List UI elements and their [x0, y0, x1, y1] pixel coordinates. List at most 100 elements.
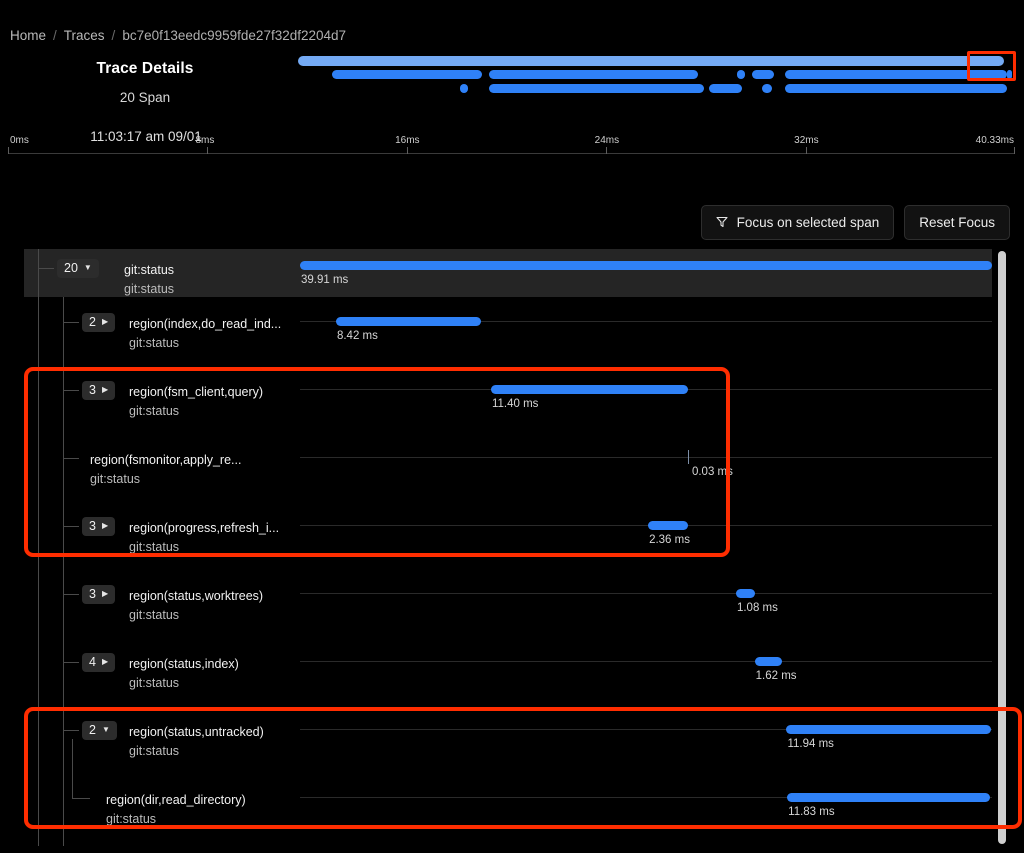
span-bar-track: 2.36 ms	[300, 501, 992, 569]
axis-tick-label: 16ms	[395, 135, 419, 146]
span-service-name: git:status	[90, 472, 241, 486]
tree-connector	[63, 730, 79, 731]
badge-count: 3	[89, 588, 96, 601]
table-row[interactable]: 3▶region(progress,refresh_i...git:status…	[24, 501, 992, 569]
axis-line	[8, 153, 1014, 154]
span-child-count-badge[interactable]: 3▶	[82, 585, 115, 604]
funnel-icon	[716, 216, 728, 228]
span-operation-name: region(status,index)	[129, 657, 239, 671]
minimap-bar	[737, 70, 744, 79]
tree-trunk-line	[38, 569, 39, 637]
span-child-count-badge[interactable]: 2▶	[82, 313, 115, 332]
span-child-count-badge[interactable]: 2▼	[82, 721, 117, 740]
span-count: 20 Span	[0, 90, 290, 105]
span-service-name: git:status	[129, 676, 239, 690]
minimap-bar	[1007, 70, 1012, 79]
span-service-name: git:status	[129, 744, 264, 758]
reset-button-label: Reset Focus	[919, 215, 995, 230]
span-labels: region(status,index) git:status	[129, 657, 239, 690]
badge-count: 3	[89, 520, 96, 533]
axis-tick	[207, 147, 208, 154]
table-row[interactable]: 4▶ region(status,index) git:status 1.62 ms	[24, 637, 992, 705]
breadcrumb-separator: /	[53, 28, 57, 43]
span-duration-label: 1.62 ms	[756, 670, 797, 682]
table-row[interactable]: region(dir,read_directory)git:status11.8…	[24, 773, 992, 841]
span-duration-bar[interactable]	[300, 261, 992, 270]
tree-connector	[63, 662, 79, 663]
span-duration-bar[interactable]	[787, 793, 990, 802]
span-child-count-badge[interactable]: 3▶	[82, 517, 115, 536]
span-child-count-badge[interactable]: 20▼	[57, 259, 99, 278]
tree-branch-line	[63, 433, 64, 501]
breadcrumb-traces[interactable]: Traces	[64, 28, 105, 43]
span-operation-name: region(status,worktrees)	[129, 589, 263, 603]
span-duration-bar[interactable]	[755, 657, 783, 666]
table-row[interactable]: 3▶region(status,worktrees)git:status1.08…	[24, 569, 992, 637]
chevron-right-icon[interactable]: ▶	[102, 590, 108, 598]
span-labels: region(fsmonitor,apply_re... git:status	[90, 453, 241, 486]
span-labels: region(status,worktrees) git:status	[129, 589, 263, 622]
table-row[interactable]: region(fsmonitor,apply_re...git:status0.…	[24, 433, 992, 501]
span-service-name: git:status	[129, 608, 263, 622]
trace-minimap[interactable]	[292, 55, 1008, 97]
vertical-scrollbar[interactable]	[998, 251, 1006, 844]
tree-branch-line	[63, 637, 64, 705]
axis-tick	[8, 147, 9, 154]
span-labels: region(fsm_client,query)git:status	[129, 385, 263, 418]
tree-branch-line	[63, 501, 64, 569]
axis-tick-label: 8ms	[195, 135, 214, 146]
span-child-count-badge[interactable]: 4▶	[82, 653, 115, 672]
table-row[interactable]: 3▶region(fsm_client,query)git:status11.4…	[24, 365, 992, 433]
span-duration-label: 8.42 ms	[337, 330, 378, 342]
tree-trunk-line	[38, 637, 39, 705]
tree-branch-line	[63, 773, 64, 841]
span-operation-name: region(fsmonitor,apply_re...	[90, 453, 241, 467]
span-rows: 20▼git:statusgit:status39.91 ms2▶region(…	[24, 249, 992, 846]
span-duration-label: 39.91 ms	[301, 274, 348, 286]
minimap-row	[292, 83, 1008, 95]
span-duration-bar[interactable]	[688, 450, 689, 464]
tree-connector	[63, 594, 79, 595]
span-duration-bar[interactable]	[786, 725, 991, 734]
chevron-down-icon[interactable]: ▼	[102, 726, 110, 734]
span-operation-name: git:status	[124, 263, 174, 277]
breadcrumb-home[interactable]: Home	[10, 28, 46, 43]
span-duration-bar[interactable]	[736, 589, 755, 598]
table-row[interactable]: 2▼region(status,untracked)git:status11.9…	[24, 705, 992, 773]
timeline-axis[interactable]: 0ms8ms16ms24ms32ms40.33ms	[8, 125, 1014, 161]
minimap-bar	[762, 84, 773, 93]
focus-on-selected-span-button[interactable]: Focus on selected span	[701, 205, 895, 240]
focus-button-label: Focus on selected span	[737, 215, 880, 230]
span-bar-track: 1.08 ms	[300, 569, 992, 637]
span-duration-bar[interactable]	[648, 521, 688, 530]
tree-trunk-line	[38, 249, 39, 297]
span-track-line	[300, 525, 992, 526]
table-row[interactable]: region(status,print)git:status0	[24, 841, 992, 846]
chevron-right-icon[interactable]: ▶	[102, 386, 108, 394]
span-service-name: git:status	[129, 336, 281, 350]
span-labels: git:statusgit:status	[124, 263, 174, 296]
span-child-count-badge[interactable]: 3▶	[82, 381, 115, 400]
minimap-row	[292, 69, 1008, 81]
axis-tick	[407, 147, 408, 154]
span-labels: region(status,untracked) git:status	[129, 725, 264, 758]
chevron-right-icon[interactable]: ▶	[102, 318, 108, 326]
axis-tick	[606, 147, 607, 154]
axis-tick-label: 40.33ms	[976, 135, 1014, 146]
span-operation-name: region(index,do_read_ind...	[129, 317, 281, 331]
table-row[interactable]: 20▼ git:statusgit:status 39.91 ms	[24, 249, 992, 297]
chevron-down-icon[interactable]: ▼	[84, 264, 92, 272]
span-duration-label: 2.36 ms	[649, 534, 690, 546]
breadcrumb-separator: /	[112, 28, 116, 43]
reset-focus-button[interactable]: Reset Focus	[904, 205, 1010, 240]
chevron-right-icon[interactable]: ▶	[102, 658, 108, 666]
span-bar-track: 11.83 ms	[300, 773, 992, 841]
table-row[interactable]: 2▶ region(index,do_read_ind... git:status 8…	[24, 297, 992, 365]
span-duration-bar[interactable]	[491, 385, 688, 394]
breadcrumb: Home / Traces / bc7e0f13eedc9959fde27f32…	[0, 0, 1024, 47]
span-duration-bar[interactable]	[336, 317, 481, 326]
tree-branch-line	[63, 365, 64, 433]
axis-tick-label: 32ms	[794, 135, 818, 146]
span-operation-name: region(status,untracked)	[129, 725, 264, 739]
chevron-right-icon[interactable]: ▶	[102, 522, 108, 530]
